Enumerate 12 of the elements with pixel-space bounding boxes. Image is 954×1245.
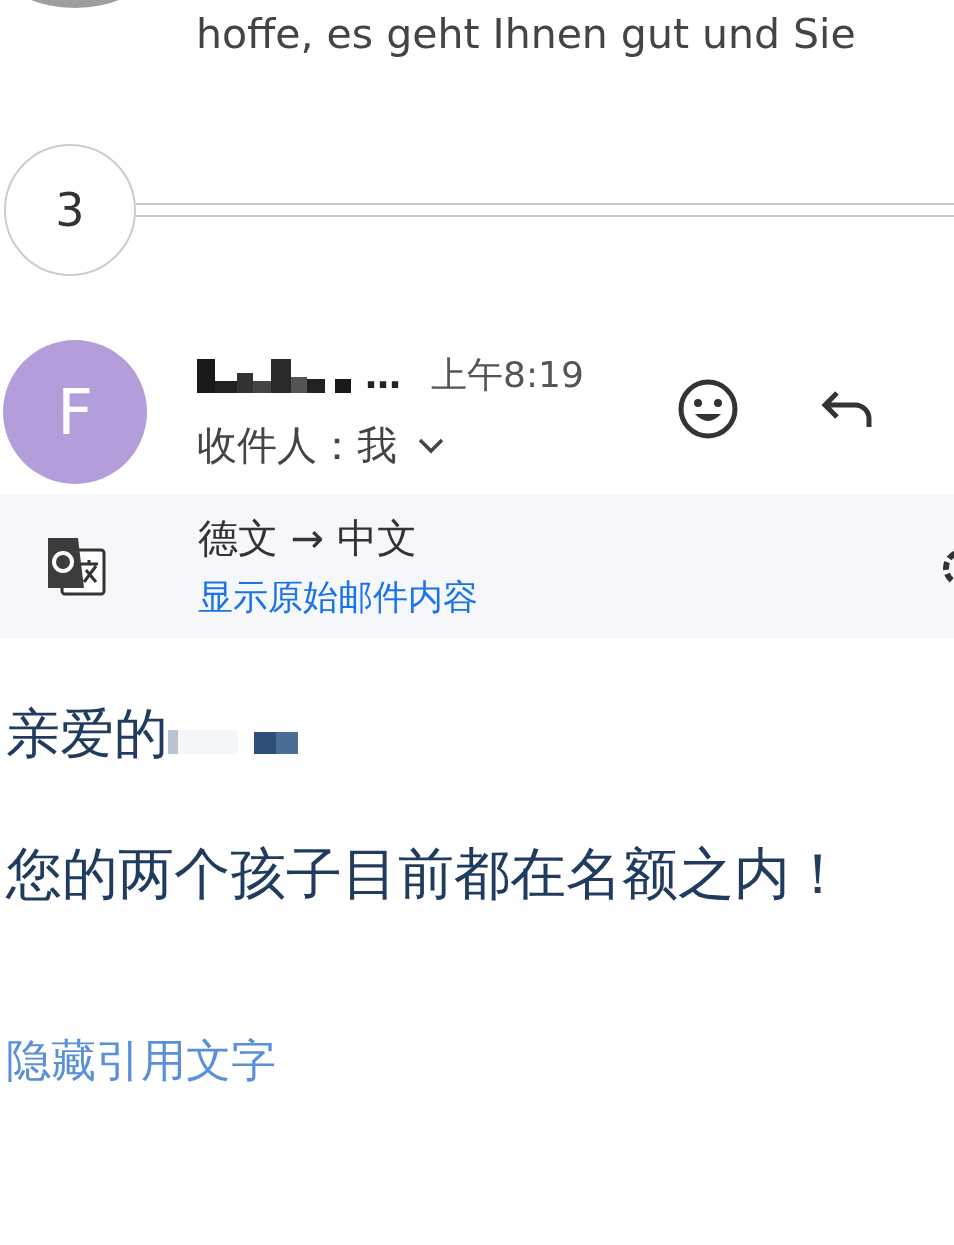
chevron-down-icon <box>417 436 445 455</box>
greeting-text: 亲爱的 <box>6 701 168 767</box>
collapsed-messages-count[interactable]: 3 <box>4 144 136 276</box>
message-body: 您的两个孩子目前都在名额之内！ <box>6 840 847 908</box>
sender-avatar: F <box>3 340 147 484</box>
translation-languages: 德文 → 中文 <box>198 514 418 563</box>
message-snippet: hoffe, es geht Ihnen gut und Sie <box>196 10 856 58</box>
show-original-link[interactable]: 显示原始邮件内容 <box>198 574 478 621</box>
message-time: 上午8:19 <box>431 352 584 397</box>
sender-name: … <box>365 354 401 396</box>
emoji-reaction-button[interactable] <box>677 378 739 440</box>
recipient-dropdown[interactable]: 收件人：我 <box>197 418 637 473</box>
